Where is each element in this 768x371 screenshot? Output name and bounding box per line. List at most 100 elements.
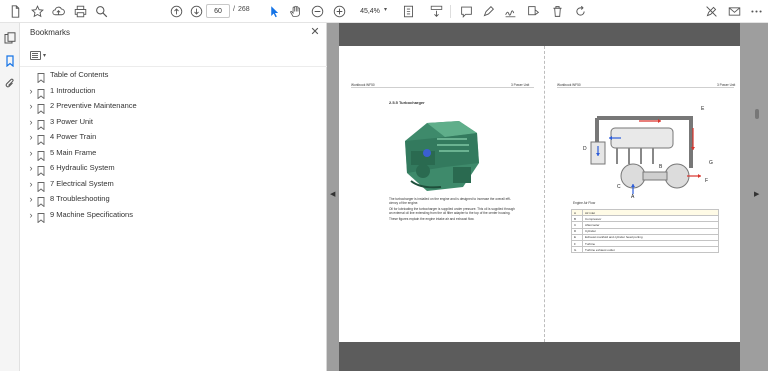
previous-page-edge: [339, 23, 740, 46]
delete-icon[interactable]: [549, 3, 565, 19]
legend-key: G: [571, 246, 583, 254]
hand-tool-icon[interactable]: [287, 3, 303, 19]
search-icon[interactable]: [93, 3, 109, 19]
previous-page-icon[interactable]: [168, 3, 184, 19]
mail-icon[interactable]: [726, 3, 742, 19]
chevron-right-icon[interactable]: ›: [27, 178, 35, 190]
select-cursor-icon[interactable]: [266, 3, 282, 19]
table-row: G Turbine exhaust outlet: [571, 246, 719, 254]
cloud-upload-icon[interactable]: [50, 3, 66, 19]
bookmark-label: 3 Power Unit: [50, 117, 93, 126]
bookmark-item-introduction[interactable]: › 1 Introduction: [20, 84, 320, 100]
bookmark-label: 7 Electrical System: [50, 179, 114, 188]
chevron-right-icon[interactable]: ›: [27, 116, 35, 128]
pdf-viewer-window: 60 / 268 45,4% ▾ Bookmarks ✕ ▾ Table of …: [0, 0, 768, 371]
page-thumbnails-icon[interactable]: [4, 32, 16, 44]
bookmark-icon: [37, 163, 45, 177]
highlight-pen-icon[interactable]: [480, 3, 496, 19]
bookmark-icon: [37, 101, 45, 115]
chevron-right-icon[interactable]: ›: [27, 100, 35, 112]
bookmark-item-power-unit[interactable]: › 3 Power Unit: [20, 115, 320, 131]
rotate-icon[interactable]: [572, 3, 588, 19]
close-icon[interactable]: ✕: [309, 26, 321, 38]
bookmark-icon: [37, 148, 45, 162]
no-edit-pen-icon[interactable]: [703, 3, 719, 19]
figure-caption: Engine Air Flow: [573, 201, 596, 205]
fit-page-icon[interactable]: [400, 3, 416, 19]
diagram-label-b: B: [659, 164, 663, 170]
bookmark-item-electrical-system[interactable]: › 7 Electrical System: [20, 177, 320, 193]
list-options-icon: [30, 50, 41, 60]
new-file-icon[interactable]: [7, 3, 23, 19]
bookmark-label: 5 Main Frame: [50, 148, 97, 157]
convert-icon[interactable]: [525, 3, 541, 19]
bookmark-icon: [37, 194, 45, 208]
diagram-label-g: G: [709, 160, 713, 166]
bookmarks-panel: Bookmarks ✕ ▾ Table of Contents › 1 Intr…: [20, 23, 327, 371]
bookmark-item-main-frame[interactable]: › 5 Main Frame: [20, 146, 320, 162]
zoom-level-field[interactable]: 45,4%: [355, 4, 385, 18]
chevron-right-icon[interactable]: ›: [27, 85, 35, 97]
page-spread[interactable]: Workbook WF50 3 Power Unit 2.5.5 Turboch…: [339, 46, 740, 364]
header-rule: [557, 87, 734, 88]
bookmark-label: 8 Troubleshooting: [50, 194, 110, 203]
diagram-label-f: F: [705, 178, 708, 184]
next-page-arrow-icon[interactable]: ▶: [754, 190, 759, 198]
bookmark-icon: [37, 86, 45, 100]
bookmarks-divider: [20, 66, 327, 67]
page-total: 268: [238, 6, 250, 13]
diagram-label-e: E: [701, 106, 705, 112]
star-icon[interactable]: [29, 3, 45, 19]
chevron-right-icon[interactable]: ›: [27, 193, 35, 205]
previous-page-arrow-icon[interactable]: ◀: [330, 190, 335, 198]
body-line-4: an external oil line extending from the …: [389, 211, 511, 215]
bookmark-item-troubleshooting[interactable]: › 8 Troubleshooting: [20, 192, 320, 208]
bookmark-icon: [37, 117, 45, 131]
chevron-right-icon[interactable]: ›: [27, 162, 35, 174]
bookmarks-title: Bookmarks: [30, 28, 71, 37]
bookmark-label: 2 Preventive Maintenance: [50, 101, 137, 110]
engine-illustration: [405, 121, 479, 191]
diagram-label-c: C: [617, 184, 621, 190]
chevron-right-icon[interactable]: ›: [27, 209, 35, 221]
next-page-edge: [339, 342, 740, 371]
vertical-scrollbar-thumb[interactable]: [755, 109, 759, 119]
comment-icon[interactable]: [458, 3, 474, 19]
bookmark-item-hydraulic-system[interactable]: › 6 Hydraulic System: [20, 161, 320, 177]
bookmark-item-power-train[interactable]: › 4 Power Train: [20, 130, 320, 146]
more-options-icon[interactable]: [748, 3, 764, 19]
bookmarks-panel-icon[interactable]: [4, 55, 16, 67]
diagram-label-d: D: [583, 146, 587, 152]
bookmarks-header: Bookmarks ✕: [20, 23, 327, 43]
air-flow-diagram: E D C A B F G: [583, 106, 713, 198]
top-toolbar: 60 / 268 45,4% ▾: [0, 0, 768, 23]
zoom-out-icon[interactable]: [309, 3, 325, 19]
body-line-2: ciency of the engine.: [389, 201, 419, 205]
bookmark-icon: [37, 70, 45, 84]
zoom-in-icon[interactable]: [331, 3, 347, 19]
page-number-input[interactable]: 60: [206, 4, 230, 18]
document-view: ◀ ▶ Workbook WF50 3 Power Unit 2.5.5 Tur…: [327, 23, 768, 371]
next-page-icon[interactable]: [188, 3, 204, 19]
bookmark-label: 1 Introduction: [50, 86, 96, 95]
diagram-label-a: A: [631, 194, 635, 198]
attachments-icon[interactable]: [4, 78, 16, 90]
bookmark-item-table-of-contents[interactable]: Table of Contents: [20, 68, 320, 84]
bookmark-icon: [37, 132, 45, 146]
bookmark-options-button[interactable]: ▾: [30, 49, 50, 61]
scroll-mode-icon[interactable]: [428, 3, 444, 19]
bookmark-item-machine-specifications[interactable]: › 9 Machine Specifications: [20, 208, 320, 224]
legend-table: A Air inlet B Compressor C Aftercooler D Cyl…: [571, 208, 719, 254]
header-rule: [351, 87, 534, 88]
draw-signature-icon[interactable]: [502, 3, 518, 19]
print-icon[interactable]: [72, 3, 88, 19]
bookmark-item-preventive-maintenance[interactable]: › 2 Preventive Maintenance: [20, 99, 320, 115]
bookmark-icon: [37, 179, 45, 193]
toolbar-divider: [450, 5, 451, 18]
zoom-dropdown-chevron-icon[interactable]: ▾: [384, 6, 387, 13]
chevron-right-icon[interactable]: ›: [27, 131, 35, 143]
bookmark-label: Table of Contents: [50, 70, 109, 79]
chevron-right-icon[interactable]: ›: [27, 147, 35, 159]
body-line-5: These figures explain the engine intake …: [389, 217, 475, 221]
chevron-down-icon: ▾: [43, 52, 47, 59]
